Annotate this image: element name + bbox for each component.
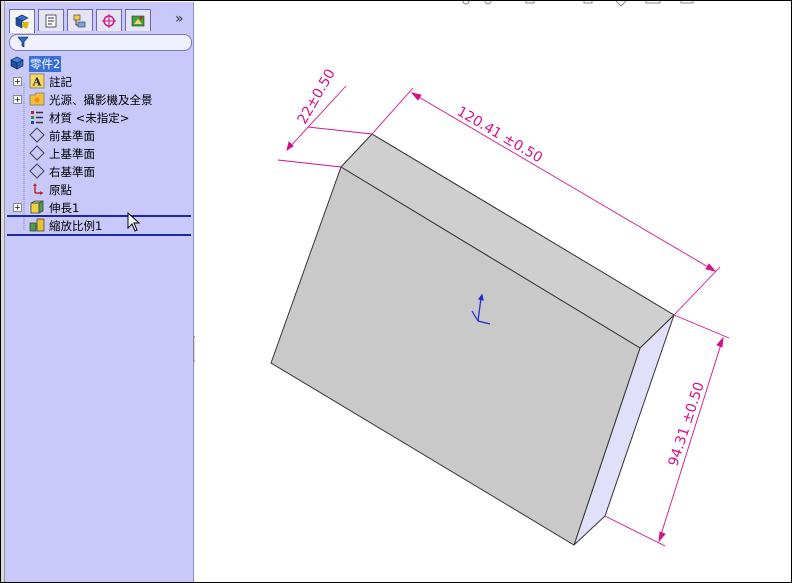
tab-feature-manager[interactable] (9, 9, 35, 33)
model-view[interactable]: 22±0.50 120.41 ±0.50 94.31 ±0.50 (195, 1, 791, 582)
tree-item-label: 原點 (49, 183, 72, 197)
property-manager-icon (45, 14, 57, 27)
tree-item-extrude[interactable]: + 伸長1 (5, 198, 193, 216)
dimension-height-label[interactable]: 94.31 ±0.50 (666, 380, 708, 468)
extrude-icon (30, 200, 44, 214)
plane-icon (29, 145, 45, 161)
selection-bar-top (7, 215, 191, 217)
tree-root-label: 零件2 (29, 56, 62, 72)
tree-item-label: 註記 (49, 75, 72, 89)
tree-item-scale[interactable]: 縮放比例1 (5, 216, 193, 234)
tree-item-front-plane[interactable]: 前基準面 (5, 126, 193, 144)
svg-text:A: A (32, 76, 42, 89)
tab-property-manager[interactable] (38, 9, 64, 31)
tree-item-label: 右基準面 (49, 165, 95, 179)
material-icon (31, 111, 43, 124)
tree-item-lights[interactable]: + 光源、攝影機及全景 (5, 90, 193, 108)
tab-display-manager[interactable] (125, 9, 151, 31)
mouse-pointer-icon (127, 212, 141, 232)
configuration-manager-icon (73, 14, 86, 27)
selection-bar-bottom (7, 234, 191, 236)
tree-item-label: 前基準面 (49, 129, 95, 143)
tree-item-label: 伸長1 (49, 201, 80, 215)
plane-icon (29, 163, 45, 179)
origin-icon (33, 183, 43, 195)
panel-tabs (9, 9, 154, 33)
view-toolbar-icons[interactable] (462, 1, 694, 7)
annotations-icon: A (29, 73, 45, 89)
feature-manager-panel: » 零件2 + A 註記 + 光源、攝影機及全景 材質 <未指定> 前基準面 上… (5, 2, 194, 582)
tree-item-label: 縮放比例1 (49, 219, 103, 233)
tree-connector-lines (23, 83, 25, 231)
display-manager-icon (131, 15, 145, 26)
feature-manager-icon (15, 14, 29, 29)
tree-item-top-plane[interactable]: 上基準面 (5, 144, 193, 162)
tree-item-label: 上基準面 (49, 147, 95, 161)
plane-icon (29, 127, 45, 143)
more-tabs-button[interactable]: » (175, 11, 184, 27)
filter-icon (17, 36, 29, 48)
tab-dimxpert[interactable] (96, 9, 122, 31)
scale-icon (29, 218, 45, 232)
dimxpert-icon (102, 13, 116, 28)
part-icon (10, 56, 24, 70)
tree-item-label: 光源、攝影機及全景 (49, 93, 153, 107)
tree-item-right-plane[interactable]: 右基準面 (5, 162, 193, 180)
tree-item-annotations[interactable]: + A 註記 (5, 72, 193, 90)
tree-item-origin[interactable]: 原點 (5, 180, 193, 198)
window: » 零件2 + A 註記 + 光源、攝影機及全景 材質 <未指定> 前基準面 上… (0, 0, 792, 583)
tree-filter-input[interactable] (9, 34, 192, 51)
tree-root[interactable]: 零件2 (5, 54, 193, 72)
graphics-area[interactable]: 22±0.50 120.41 ±0.50 94.31 ±0.50 (195, 1, 791, 582)
tab-configuration-manager[interactable] (67, 9, 93, 31)
lights-cameras-icon (29, 92, 45, 106)
dimension-length-label[interactable]: 120.41 ±0.50 (454, 104, 545, 167)
tree-item-label: 材質 <未指定> (49, 111, 130, 125)
tree-item-material[interactable]: 材質 <未指定> (5, 108, 193, 126)
